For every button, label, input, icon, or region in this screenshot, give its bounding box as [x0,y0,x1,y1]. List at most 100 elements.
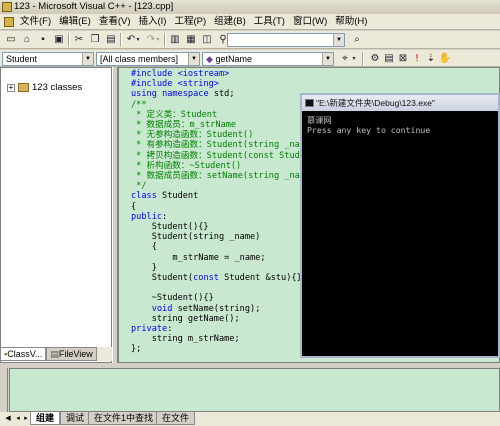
class-combo[interactable]: Student ▼ [2,52,94,66]
code-token: }; [131,344,142,355]
tab-classview[interactable]: ▪ClassV... [0,347,47,361]
member-function-icon: ◆ [206,54,213,64]
code-line: Student(const Student &stu){} [131,273,305,283]
code-line: * 析构函数：~Student() [131,161,305,171]
title-bar: 123 - Microsoft Visual C++ - [123.cpp] [0,0,500,14]
menu-file[interactable]: 文件(F) [16,14,55,30]
workspace-icon[interactable]: ▥ [168,33,182,47]
output-tabs: ◀ ◂ ▸ 组建 调试 在文件1中查找 在文件 [0,412,500,426]
paste-icon[interactable]: ▤ [104,33,118,47]
windows-list-icon[interactable]: ◫ [200,33,214,47]
code-token: #include <iostream> [131,69,230,79]
code-token: : [167,324,173,335]
console-output: 慕课网 Press any key to continue [307,115,430,135]
save-all-icon[interactable]: ▣ [52,33,66,47]
code-line: public: [131,212,305,222]
function-combo[interactable]: ◆ getName ▼ [202,52,334,66]
save-icon[interactable]: ▪ [36,33,50,47]
menu-help[interactable]: 帮助(H) [331,14,371,30]
code-token: * 析构函数：~Student() [131,160,242,171]
menu-tools[interactable]: 工具(T) [250,14,289,30]
tab-find-in-files-2[interactable]: 在文件 [156,412,196,425]
code-line: * 拷贝构造函数：Student(const Stude [131,151,305,161]
code-token: * 定义类：Student [131,109,218,120]
tab-find-in-files-1[interactable]: 在文件1中查找 [88,412,160,425]
cut-icon[interactable]: ✂ [72,33,86,47]
code-token: * 有参构造函数：Student(string _nam [131,140,305,151]
menu-view[interactable]: 查看(V) [95,14,135,30]
chevron-down-icon[interactable]: ▼ [188,53,199,65]
code-token: std; [208,89,235,100]
app-icon [2,2,12,12]
code-token: : [162,211,168,222]
tab-scroll-left-icon[interactable]: ◂ [14,414,22,424]
breakpoint-icon[interactable]: ✋ [438,52,452,66]
tab-fileview[interactable]: ▤FileView [46,347,97,361]
chevron-down-icon[interactable]: ▼ [333,34,344,46]
code-token: { [131,201,137,212]
code-line: * 有参构造函数：Student(string _nam [131,140,305,150]
console-window[interactable]: "E:\新建文件夹\Debug\123.exe" 慕课网 Press any k… [300,93,500,358]
code-token: Student(){} [131,222,209,233]
doc-icon[interactable] [4,16,14,27]
copy-icon[interactable]: ❐ [88,33,102,47]
code-token: setName(string); [172,303,261,314]
code-line: * 无参构造函数：Student() [131,130,305,140]
undo-dropdown-icon[interactable]: ▾ [134,33,142,47]
code-token: public [131,211,163,222]
tab-scroll-first-icon[interactable]: ◀ [4,414,12,424]
code-line: */ [131,181,305,191]
wizard-dropdown-icon[interactable]: ▾ [350,52,358,66]
code-token: { [131,242,157,253]
redo-dropdown-icon[interactable]: ▾ [154,33,162,47]
code-line: m_strName = _name; [131,253,305,263]
tab-build[interactable]: 组建 [30,412,61,425]
output-window-icon[interactable]: ▦ [184,33,198,47]
go-icon[interactable]: ⇣ [424,52,438,66]
code-token: namespace [162,89,209,100]
output-panel[interactable] [9,368,500,412]
left-panel-tabs: ▪ClassV... ▤FileView [0,347,112,361]
chevron-down-icon[interactable]: ▼ [322,53,333,65]
search-icon[interactable]: ⌕ [350,33,364,47]
menu-build[interactable]: 组建(B) [210,14,250,30]
compile-icon[interactable]: ⚙ [368,52,382,66]
code-token: } [131,262,157,273]
menu-edit[interactable]: 编辑(E) [55,14,95,30]
tab-scroll-right-icon[interactable]: ▸ [22,414,30,424]
output-gripper[interactable] [0,368,8,412]
code-token: * 无参构造函数：Student() [131,130,254,141]
console-line: Press any key to continue [307,125,431,135]
code-line: void setName(string); [131,304,305,314]
code-line: }; [131,344,305,354]
code-token: void [151,303,173,314]
menu-project[interactable]: 工程(P) [170,14,210,30]
members-combo[interactable]: [All class members] ▼ [96,52,200,66]
open-folder-icon[interactable]: ⌂ [20,33,34,47]
code-token: */ [131,181,147,192]
execute-icon[interactable]: ! [410,52,424,66]
class-view-panel: + 123 classes [0,67,112,363]
console-line: 慕课网 [307,115,332,125]
code-token: private [131,324,168,335]
tab-classview-label: ClassV... [7,349,43,359]
menu-window[interactable]: 窗口(W) [289,14,331,30]
code-line: class Student [131,191,305,201]
console-title: "E:\新建文件夹\Debug\123.exe" [316,98,435,108]
tree-root-item[interactable]: + 123 classes [7,82,82,93]
stop-build-icon[interactable]: ⊠ [396,52,410,66]
console-title-bar[interactable]: "E:\新建文件夹\Debug\123.exe" [302,95,498,111]
expand-icon[interactable]: + [7,83,15,92]
menu-insert[interactable]: 插入(I) [134,14,170,30]
tab-debug[interactable]: 调试 [60,412,91,425]
new-file-icon[interactable]: ▭ [4,33,18,47]
code-token: string m_strName; [131,334,240,345]
chevron-down-icon[interactable]: ▼ [82,53,93,65]
build-icon[interactable]: ▤ [382,52,396,66]
find-combo[interactable]: ▼ [227,33,345,47]
code-line: #include <iostream> [131,69,305,79]
code-line: Student(){} [131,222,305,232]
code-line: string m_strName; [131,334,305,344]
